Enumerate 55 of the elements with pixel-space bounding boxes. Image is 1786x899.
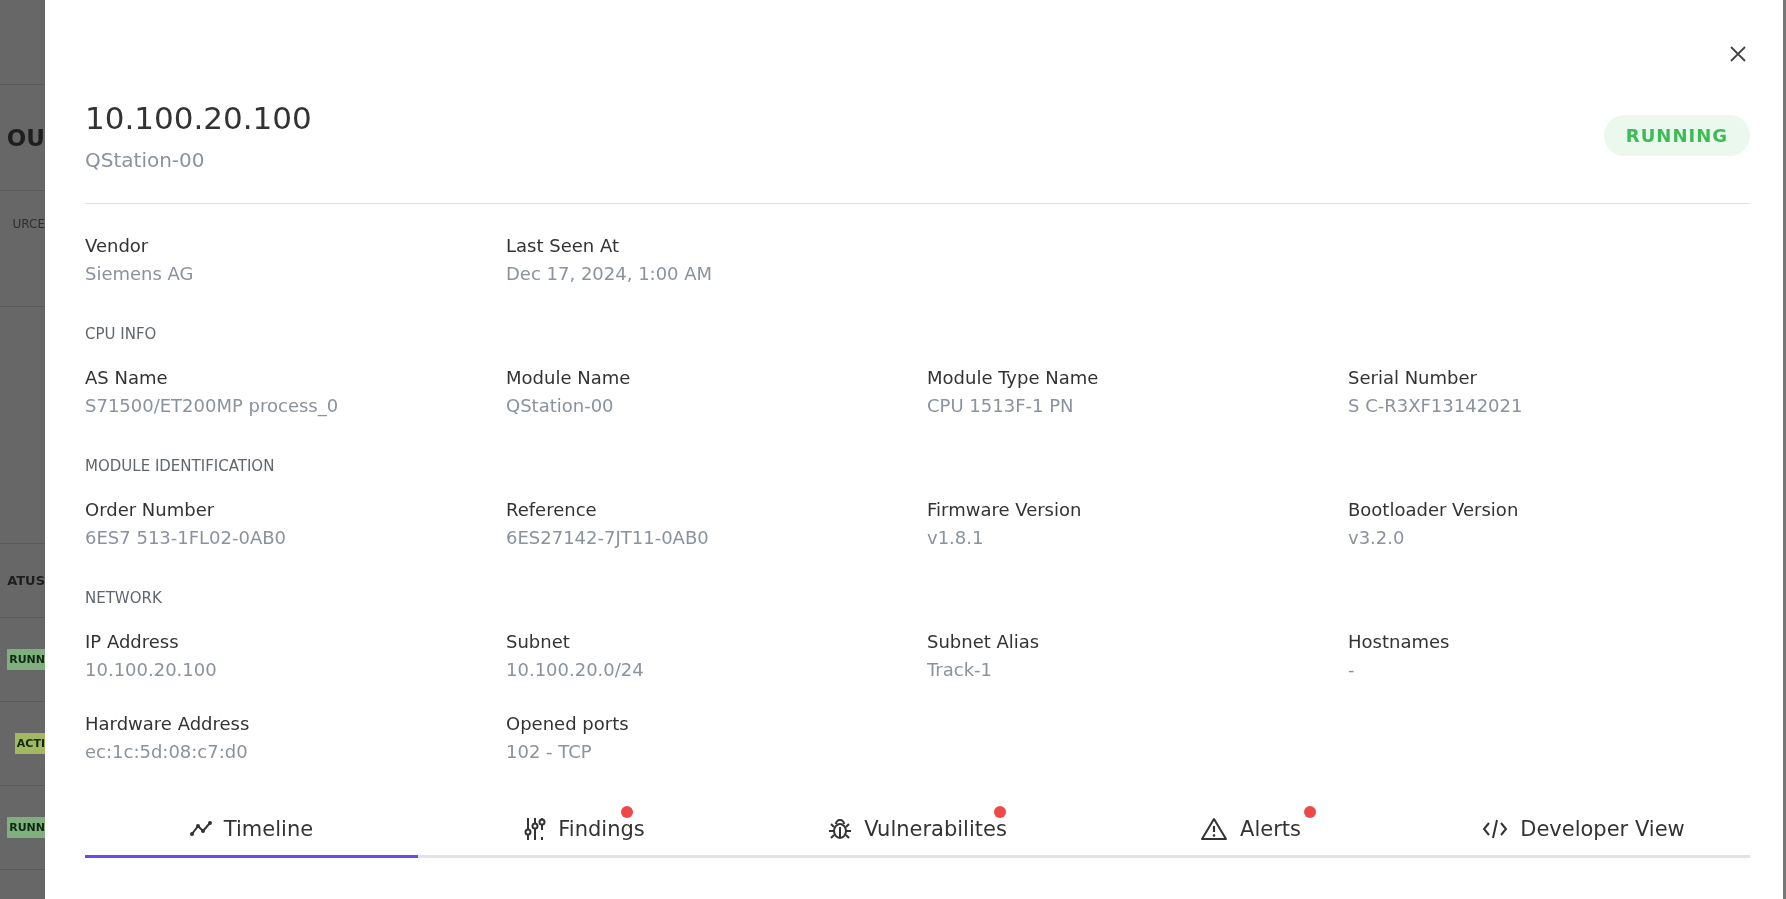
field-value: Siemens AG [85,262,195,286]
field-label: Subnet [506,630,571,654]
field-value: ec:1c:5d:08:c7:d0 [85,740,249,764]
field-label: IP Address [85,630,180,654]
field-value: Track-1 [927,658,994,682]
field-value: 102 - TCP [506,740,593,764]
field-label: Hardware Address [85,712,251,736]
field-label: Reference [506,498,598,522]
status-pill: RUNN [7,817,45,838]
sliders-icon [524,816,547,841]
tab[interactable]: Vulnerabilites [751,802,1084,858]
field-label: Opened ports [506,712,630,736]
field-label: Firmware Version [927,498,1083,522]
field-label: Hostnames [1348,630,1451,654]
device-title: 10.100.20.100 [85,99,312,138]
field-value: - [1348,658,1356,682]
status-pill: RUNN [7,649,45,670]
device-subtitle: QStation-00 [85,147,206,174]
section-heading: CPU INFO [85,324,158,344]
status-badge: RUNNING [1603,115,1750,156]
field-value: 6ES27142-7JT11-0AB0 [506,526,710,550]
field-label: AS Name [85,366,169,390]
field-value: 10.100.20.0/24 [506,658,645,682]
field-value: 6ES7 513-1FL02-0AB0 [85,526,288,550]
code-icon [1482,817,1509,840]
field-label: Serial Number [1348,366,1478,390]
tab[interactable]: Alerts [1084,802,1417,858]
tab[interactable]: Timeline [85,802,418,858]
bug-icon [828,816,853,841]
page-label: URCE [12,217,45,231]
field-value: v3.2.0 [1348,526,1406,550]
field-label: Vendor [85,234,150,258]
column-header: ATUS [7,573,45,588]
field-value: CPU 1513F-1 PN [927,394,1075,418]
close-icon[interactable] [1730,46,1746,62]
field-label: Subnet Alias [927,630,1041,654]
field-value: S C-R3XF13142021 [1348,394,1524,418]
field-value: 10.100.20.100 [85,658,218,682]
tab[interactable]: Findings [418,802,751,858]
field-value: Dec 17, 2024, 1:00 AM [506,262,714,286]
field-label: Last Seen At [506,234,620,258]
page-heading: OU [6,124,45,151]
tab[interactable]: Developer View [1417,802,1750,858]
field-value: QStation-00 [506,394,615,418]
status-pill: ACTI [14,733,45,754]
field-label: Module Type Name [927,366,1100,390]
field-value: v1.8.1 [927,526,985,550]
field-label: Module Name [506,366,632,390]
line-chart-icon [189,820,212,837]
section-heading: MODULE IDENTIFICATION [85,456,276,476]
warning-icon [1200,816,1229,841]
field-label: Bootloader Version [1348,498,1520,522]
field-value: S71500/ET200MP process_0 [85,394,340,419]
field-label: Order Number [85,498,216,522]
section-heading: NETWORK [85,588,163,608]
